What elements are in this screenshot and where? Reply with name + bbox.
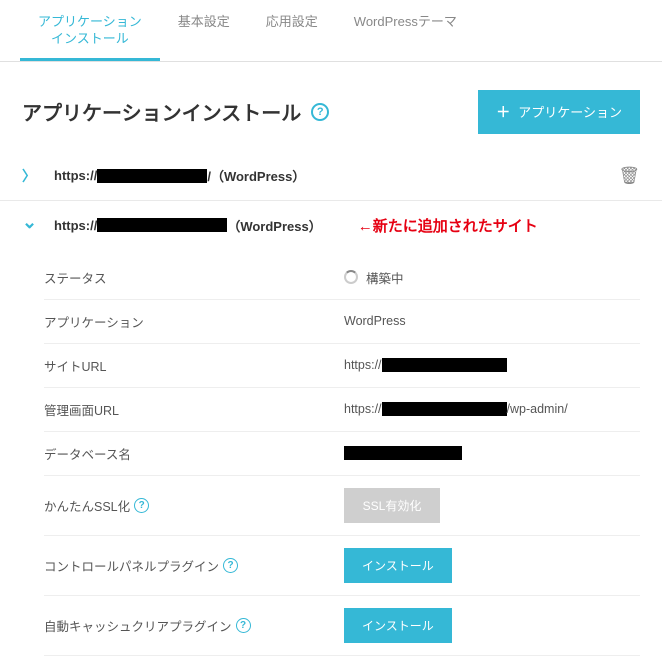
add-application-button[interactable]: ＋ アプリケーション bbox=[478, 90, 640, 134]
chevron-down-icon bbox=[22, 215, 36, 236]
tab-wordpress-theme[interactable]: WordPressテーマ bbox=[336, 0, 475, 61]
ssl-enable-button[interactable]: SSL有効化 bbox=[344, 488, 440, 523]
site-item-collapsed[interactable]: https:// /（WordPress） 🗑 bbox=[0, 152, 662, 201]
tab-bar: アプリケーション インストール 基本設定 応用設定 WordPressテーマ bbox=[0, 0, 662, 62]
status-value: 構築中 bbox=[344, 268, 640, 287]
ssl-label-text: かんたんSSL化 bbox=[44, 496, 130, 515]
adminurl-value: https:// /wp-admin/ bbox=[344, 402, 640, 416]
db-label: データベース名 bbox=[44, 444, 344, 463]
row-site-url: サイトURL https:// bbox=[44, 344, 640, 388]
app-label: アプリケーション bbox=[44, 312, 344, 331]
ssl-label: かんたんSSL化 ? bbox=[44, 496, 344, 515]
annotation-new-site: ←新たに追加されたサイト bbox=[358, 215, 538, 236]
redacted bbox=[344, 446, 462, 460]
url-suffix: /（WordPress） bbox=[207, 166, 305, 185]
cp-plugin-install-button[interactable]: インストール bbox=[344, 548, 452, 583]
row-database: データベース名 bbox=[44, 432, 640, 476]
siteurl-label: サイトURL bbox=[44, 356, 344, 375]
page-header: アプリケーションインストール ? ＋ アプリケーション bbox=[0, 62, 662, 152]
row-cp-plugin: コントロールパネルプラグイン ? インストール bbox=[44, 536, 640, 596]
row-application: アプリケーション WordPress bbox=[44, 300, 640, 344]
tab-basic-settings[interactable]: 基本設定 bbox=[160, 0, 248, 61]
row-admin-url: 管理画面URL https:// /wp-admin/ bbox=[44, 388, 640, 432]
status-text: 構築中 bbox=[366, 268, 404, 287]
redacted bbox=[97, 218, 227, 232]
db-value bbox=[344, 446, 640, 460]
site-url: https:// /（WordPress） bbox=[54, 166, 305, 185]
url-suffix: （WordPress） bbox=[227, 216, 321, 235]
help-icon[interactable]: ? bbox=[223, 558, 238, 573]
url-prefix: https:// bbox=[54, 218, 97, 233]
row-status: ステータス 構築中 bbox=[44, 256, 640, 300]
app-value: WordPress bbox=[344, 314, 640, 328]
site-item-expanded[interactable]: https:// （WordPress） ←新たに追加されたサイト bbox=[0, 201, 662, 250]
cp-plugin-label: コントロールパネルプラグイン ? bbox=[44, 556, 344, 575]
plus-icon: ＋ bbox=[496, 102, 510, 122]
site-url: https:// （WordPress） bbox=[54, 216, 322, 235]
cp-plugin-label-text: コントロールパネルプラグイン bbox=[44, 556, 219, 575]
siteurl-prefix: https:// bbox=[344, 358, 382, 372]
row-ssl: かんたんSSL化 ? SSL有効化 bbox=[44, 476, 640, 536]
title-wrap: アプリケーションインストール ? bbox=[22, 97, 329, 126]
cache-plugin-label: 自動キャッシュクリアプラグイン ? bbox=[44, 616, 344, 635]
spinner-icon bbox=[344, 270, 358, 284]
row-cache-plugin: 自動キャッシュクリアプラグイン ? インストール bbox=[44, 596, 640, 656]
help-icon[interactable]: ? bbox=[134, 498, 149, 513]
cp-plugin-value: インストール bbox=[344, 548, 640, 583]
adminurl-label: 管理画面URL bbox=[44, 400, 344, 419]
redacted bbox=[382, 358, 507, 372]
cache-plugin-value: インストール bbox=[344, 608, 640, 643]
page-title: アプリケーションインストール bbox=[22, 97, 301, 126]
tab-advanced-settings[interactable]: 応用設定 bbox=[248, 0, 336, 61]
redacted bbox=[382, 402, 507, 416]
adminurl-suffix: /wp-admin/ bbox=[507, 402, 568, 416]
add-button-label: アプリケーション bbox=[518, 102, 622, 121]
ssl-value: SSL有効化 bbox=[344, 488, 640, 523]
status-label: ステータス bbox=[44, 268, 344, 287]
trash-icon[interactable]: 🗑 bbox=[618, 166, 640, 186]
tab-app-install[interactable]: アプリケーション インストール bbox=[20, 0, 160, 61]
help-icon[interactable]: ? bbox=[311, 103, 329, 121]
siteurl-value: https:// bbox=[344, 358, 640, 372]
help-icon[interactable]: ? bbox=[236, 618, 251, 633]
url-prefix: https:// bbox=[54, 168, 97, 183]
adminurl-prefix: https:// bbox=[344, 402, 382, 416]
cache-plugin-label-text: 自動キャッシュクリアプラグイン bbox=[44, 616, 232, 635]
cache-plugin-install-button[interactable]: インストール bbox=[344, 608, 452, 643]
redacted bbox=[97, 169, 207, 183]
chevron-right-icon bbox=[22, 166, 36, 186]
site-details: ステータス 構築中 アプリケーション WordPress サイトURL http… bbox=[0, 250, 662, 656]
